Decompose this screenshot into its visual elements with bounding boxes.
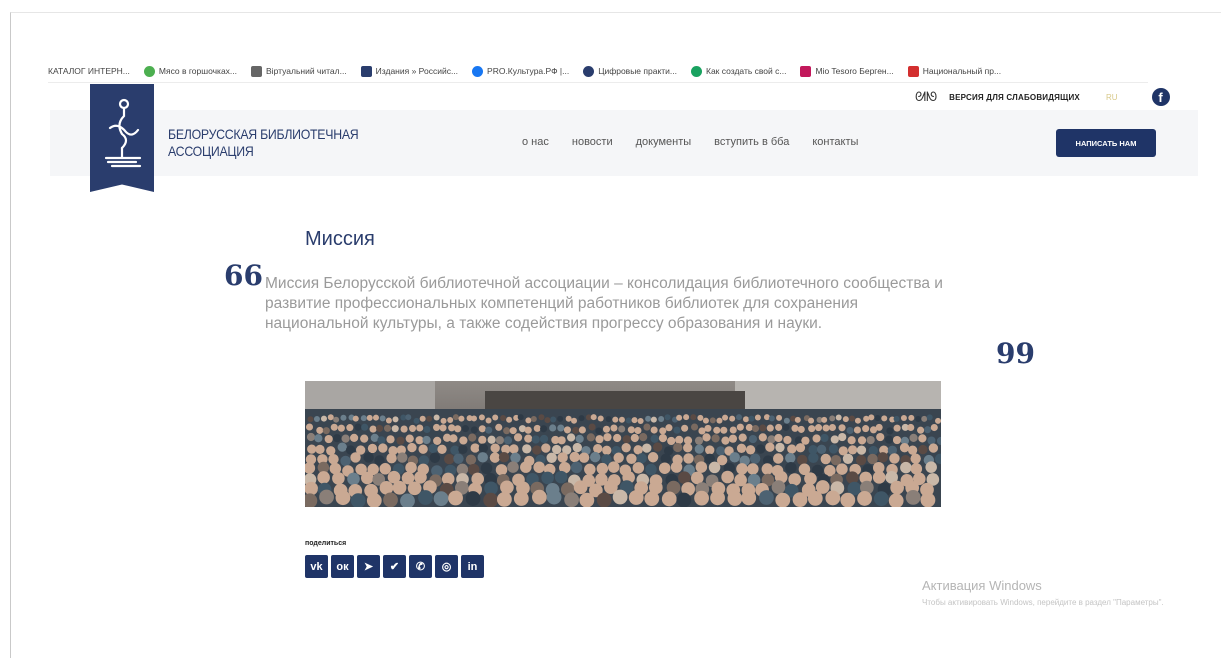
flag-icon <box>800 65 812 77</box>
facebook-icon[interactable]: f <box>1151 88 1170 106</box>
bookmark-item[interactable]: КАТАЛОГ ИНТЕРН... <box>48 66 130 76</box>
bookmark-label: Цифровые практи... <box>598 66 677 76</box>
bookmark-label: Віртуальний читал... <box>266 66 347 76</box>
site-name-line2: АССОЦИАЦИЯ <box>168 143 254 159</box>
write-us-button[interactable]: НАПИСАТЬ НАМ <box>1056 129 1156 157</box>
nav-join[interactable]: вступить в бба <box>714 136 789 148</box>
stork-logo-icon <box>104 98 142 168</box>
bookmarks-bar: КАТАЛОГ ИНТЕРН... Мясо в горшочках... Вірт… <box>48 60 1148 83</box>
nav-documents[interactable]: документы <box>636 136 692 148</box>
vk-icon[interactable]: vk <box>305 555 328 578</box>
bookmark-label: Издания » Российс... <box>375 66 459 76</box>
main-nav: о нас новости документы вступить в бба к… <box>522 136 858 148</box>
c-icon <box>691 65 702 77</box>
windows-activation-subtitle: Чтобы активировать Windows, перейдите в … <box>922 598 1164 607</box>
blue-circle-icon <box>472 65 484 77</box>
windows-activation-title: Активация Windows <box>922 578 1042 593</box>
share-buttons: vk ок ➤ ✔ ✆ ◎ in <box>305 555 484 578</box>
quote-close-icon: 99 <box>996 337 1035 370</box>
bookmark-label: Mio Tesoro Берген... <box>815 66 894 76</box>
nav-about[interactable]: о нас <box>522 136 549 148</box>
bookmark-item[interactable]: Издания » Российс... <box>360 65 459 77</box>
bookmark-item[interactable]: Как создать свой с... <box>691 65 787 77</box>
glasses-icon[interactable]: ᘛᘚ <box>915 89 937 105</box>
bookmark-item[interactable]: Цифровые практи... <box>583 65 677 77</box>
logo[interactable] <box>90 84 154 192</box>
bookmark-item[interactable]: Mio Tesoro Берген... <box>800 65 894 77</box>
odnoklassniki-icon[interactable]: ок <box>331 555 354 578</box>
low-vision-link[interactable]: ВЕРСИЯ ДЛЯ СЛАБОВИДЯЩИХ <box>949 93 1080 102</box>
bookmark-label: Национальный пр... <box>922 66 1002 76</box>
red-square-icon <box>907 65 919 77</box>
green-circle-icon <box>143 65 155 77</box>
mission-text: Миссия Белорусской библиотечной ассоциац… <box>265 275 943 332</box>
bookmark-label: PRO.Культура.РФ |... <box>487 66 570 76</box>
bookmark-item[interactable]: PRO.Культура.РФ |... <box>472 65 570 77</box>
nav-news[interactable]: новости <box>572 136 613 148</box>
viber-icon[interactable]: ✆ <box>409 555 432 578</box>
bookmark-label: Как создать свой с... <box>706 66 787 76</box>
windows-activation-watermark: Активация Windows Чтобы активировать Win… <box>922 578 1192 609</box>
window-frame <box>10 12 1221 658</box>
linkedin-icon[interactable]: in <box>461 555 484 578</box>
bookmark-item[interactable]: Национальный пр... <box>907 65 1002 77</box>
twitter-icon[interactable]: ✔ <box>383 555 406 578</box>
language-switch[interactable]: RU <box>1106 93 1118 102</box>
site-name-line1: БЕЛОРУССКАЯ БИБЛИОТЕЧНАЯ <box>168 126 359 142</box>
share-label: поделиться <box>305 540 347 547</box>
bookmark-item[interactable]: Віртуальний читал... <box>251 65 347 77</box>
book-icon <box>251 65 263 77</box>
site-name[interactable]: БЕЛОРУССКАЯ БИБЛИОТЕЧНАЯ АССОЦИАЦИЯ <box>168 126 359 160</box>
quote-open-icon: 66 <box>224 259 263 292</box>
globe-icon <box>583 65 595 77</box>
nav-contacts[interactable]: контакты <box>812 136 858 148</box>
library-icon <box>360 65 372 77</box>
page-title: Миссия <box>305 228 375 250</box>
bookmark-label: КАТАЛОГ ИНТЕРН... <box>48 66 130 76</box>
utility-bar: ᘛᘚ ВЕРСИЯ ДЛЯ СЛАБОВИДЯЩИХ RU f <box>915 88 1170 106</box>
audience-photo <box>305 381 941 507</box>
bookmark-label: Мясо в горшочках... <box>158 66 238 76</box>
whatsapp-icon[interactable]: ◎ <box>435 555 458 578</box>
bookmark-item[interactable]: Мясо в горшочках... <box>143 65 238 77</box>
telegram-icon[interactable]: ➤ <box>357 555 380 578</box>
